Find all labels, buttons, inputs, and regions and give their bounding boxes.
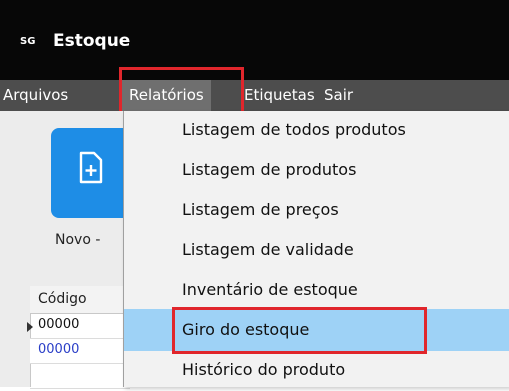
document-plus-icon: [79, 151, 103, 184]
menu-item-historico-produto[interactable]: Histórico do produto: [124, 351, 509, 391]
table-row[interactable]: 00000: [30, 339, 130, 364]
column-header-label: Código: [38, 291, 87, 307]
menu-item-listagem-precos[interactable]: Listagem de preços: [124, 191, 509, 231]
menu-sair[interactable]: Sair: [324, 80, 353, 111]
table-row[interactable]: [30, 364, 130, 389]
menu-item-listagem-validade[interactable]: Listagem de validade: [124, 231, 509, 271]
menu-item-inventario-estoque[interactable]: Inventário de estoque: [124, 271, 509, 311]
menu-arquivos[interactable]: Arquivos: [3, 80, 68, 111]
column-header-codigo[interactable]: Código: [30, 286, 130, 314]
menu-relatorios[interactable]: Relatórios: [122, 80, 211, 111]
window-title: Estoque: [53, 31, 131, 51]
menu-item-giro-estoque[interactable]: Giro do estoque: [124, 309, 509, 351]
relatorios-dropdown: Listagem de todos produtos Listagem de p…: [123, 111, 509, 387]
row-code: 00000: [38, 317, 80, 332]
row-pointer-icon: [27, 322, 33, 332]
menu-etiquetas[interactable]: Etiquetas: [244, 80, 315, 111]
menu-bar: Arquivos Relatórios Etiquetas Sair: [0, 80, 509, 111]
menu-item-label: Listagem de produtos: [182, 160, 357, 179]
menu-item-label: Giro do estoque: [182, 320, 310, 339]
menu-item-label: Histórico do produto: [182, 360, 346, 379]
table-row[interactable]: 00000: [27, 314, 130, 339]
menu-item-label: Listagem de validade: [182, 240, 354, 259]
app-badge: SG: [20, 36, 36, 47]
menu-item-label: Inventário de estoque: [182, 280, 358, 299]
menu-item-listagem-produtos[interactable]: Listagem de produtos: [124, 151, 509, 191]
menu-item-label: Listagem de todos produtos: [182, 120, 406, 139]
new-button[interactable]: [51, 128, 131, 218]
menu-item-listagem-todos-produtos[interactable]: Listagem de todos produtos: [124, 111, 509, 151]
new-button-label: Novo -: [55, 232, 101, 248]
menu-item-label: Listagem de preços: [182, 200, 339, 219]
title-bar: SG Estoque: [0, 0, 509, 80]
row-code: 00000: [38, 342, 80, 357]
